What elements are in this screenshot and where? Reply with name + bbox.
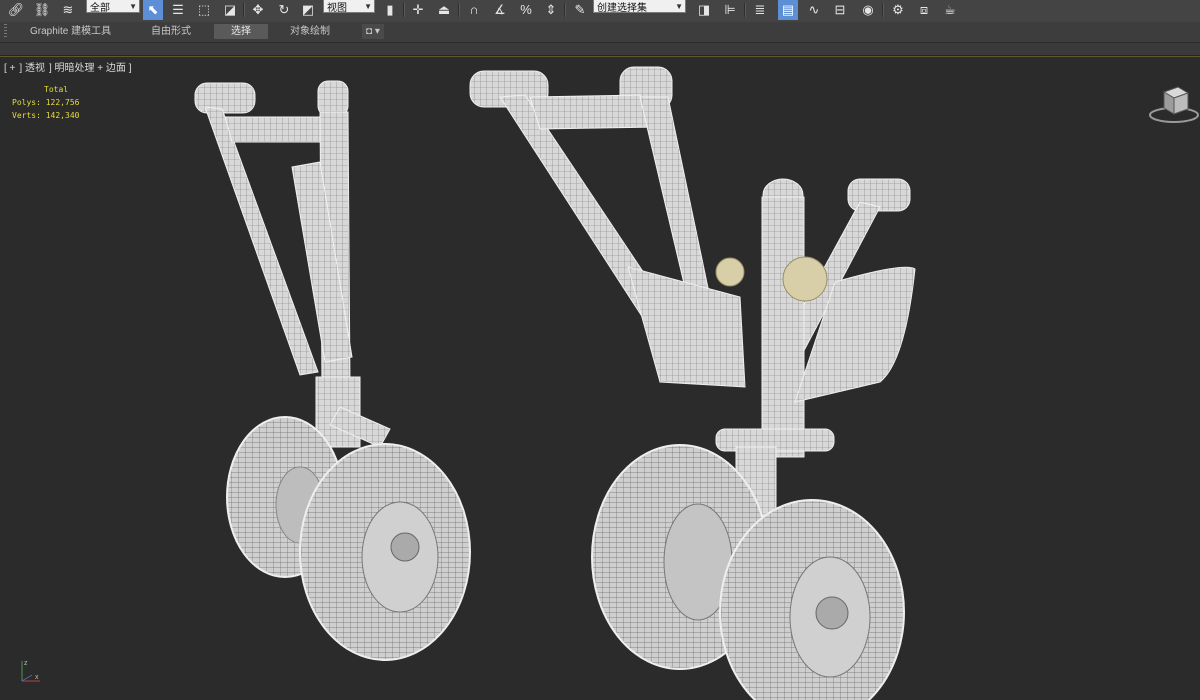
- tab-graphite-modeling[interactable]: Graphite 建模工具: [24, 24, 117, 39]
- link-icon[interactable]: 🔗︎: [6, 0, 26, 20]
- snap-3d-icon[interactable]: ∩: [464, 0, 484, 20]
- left-landing-gear[interactable]: [194, 80, 471, 661]
- ribbon-menu-button[interactable]: ◘ ▾: [362, 24, 384, 39]
- render-icon[interactable]: ☕︎: [940, 0, 960, 20]
- ribbon-panel: [0, 43, 1200, 56]
- align-icon[interactable]: ⊫: [720, 0, 740, 20]
- rect-selection-icon[interactable]: ⬚: [194, 0, 214, 20]
- landing-gear-wireframe-model[interactable]: [0, 57, 1200, 700]
- spinner-snap-icon[interactable]: ⇕: [541, 0, 561, 20]
- toolbar-divider: [243, 3, 245, 17]
- percent-snap-icon[interactable]: %: [516, 0, 536, 20]
- selection-filter-value: 全部: [90, 2, 110, 14]
- ribbon-grip[interactable]: [4, 24, 7, 39]
- toolbar-divider: [458, 3, 460, 17]
- select-manipulate-icon[interactable]: ✛: [408, 0, 428, 20]
- angle-snap-icon[interactable]: ∡: [490, 0, 510, 20]
- layer-manager-icon[interactable]: ≣: [750, 0, 770, 20]
- axis-x-label: x: [35, 674, 39, 681]
- rendered-frame-icon[interactable]: ⧈: [914, 0, 934, 20]
- mirror-icon[interactable]: ◨: [694, 0, 714, 20]
- chevron-down-icon: ▼: [364, 1, 372, 11]
- select-object-icon[interactable]: ⬉: [143, 0, 163, 20]
- render-setup-icon[interactable]: ⚙: [888, 0, 908, 20]
- axis-z-label: z: [24, 660, 28, 667]
- reference-coord-value: 视图: [327, 2, 347, 14]
- curve-editor-icon[interactable]: ∿: [804, 0, 824, 20]
- edit-named-selection-icon[interactable]: ✎: [570, 0, 590, 20]
- pivot-center-icon[interactable]: ▮: [380, 0, 400, 20]
- unlink-icon[interactable]: ⛓︎: [32, 0, 52, 20]
- schematic-view-icon[interactable]: ⊟: [830, 0, 850, 20]
- select-by-name-icon[interactable]: ☰: [168, 0, 188, 20]
- material-editor-icon[interactable]: ◉: [858, 0, 878, 20]
- tab-object-paint[interactable]: 对象绘制: [284, 24, 336, 39]
- tab-freeform[interactable]: 自由形式: [145, 24, 197, 39]
- bind-spacewarp-icon[interactable]: ≋: [58, 0, 78, 20]
- move-icon[interactable]: ✥: [248, 0, 268, 20]
- rotate-icon[interactable]: ↻: [274, 0, 294, 20]
- keyboard-shortcut-icon[interactable]: ⏏: [434, 0, 454, 20]
- graphite-ribbon: Graphite 建模工具 自由形式 选择 对象绘制 ◘ ▾: [0, 22, 1200, 43]
- main-toolbar: 🔗︎ ⛓︎ ≋ 全部 ▼ ⬉ ☰ ⬚ ◪ ✥ ↻ ◩ 视图 ▼ ▮ ✛ ⏏ ∩ …: [0, 0, 1200, 23]
- named-selection-value: 创建选择集: [597, 2, 647, 14]
- chevron-down-icon: ▼: [129, 1, 137, 11]
- chevron-down-icon: ▼: [675, 1, 683, 11]
- scale-icon[interactable]: ◩: [298, 0, 318, 20]
- toolbar-divider: [403, 3, 405, 17]
- window-crossing-icon[interactable]: ◪: [220, 0, 240, 20]
- axis-tripod-icon: z x: [21, 660, 40, 682]
- viewcube-icon[interactable]: [1148, 82, 1200, 124]
- graphite-ribbon-icon[interactable]: ▤: [778, 0, 798, 20]
- tab-selection[interactable]: 选择: [214, 24, 268, 39]
- toolbar-divider: [744, 3, 746, 17]
- perspective-viewport[interactable]: [ +] 透视] 明暗处理 + 边面 ] Total Polys: 122,75…: [0, 56, 1200, 700]
- reference-coord-dropdown[interactable]: 视图 ▼: [323, 0, 375, 14]
- toolbar-divider: [564, 3, 566, 17]
- selection-filter-dropdown[interactable]: 全部 ▼: [86, 0, 140, 14]
- right-landing-gear[interactable]: [469, 66, 916, 700]
- named-selection-dropdown[interactable]: 创建选择集 ▼: [593, 0, 686, 14]
- toolbar-divider: [882, 3, 884, 17]
